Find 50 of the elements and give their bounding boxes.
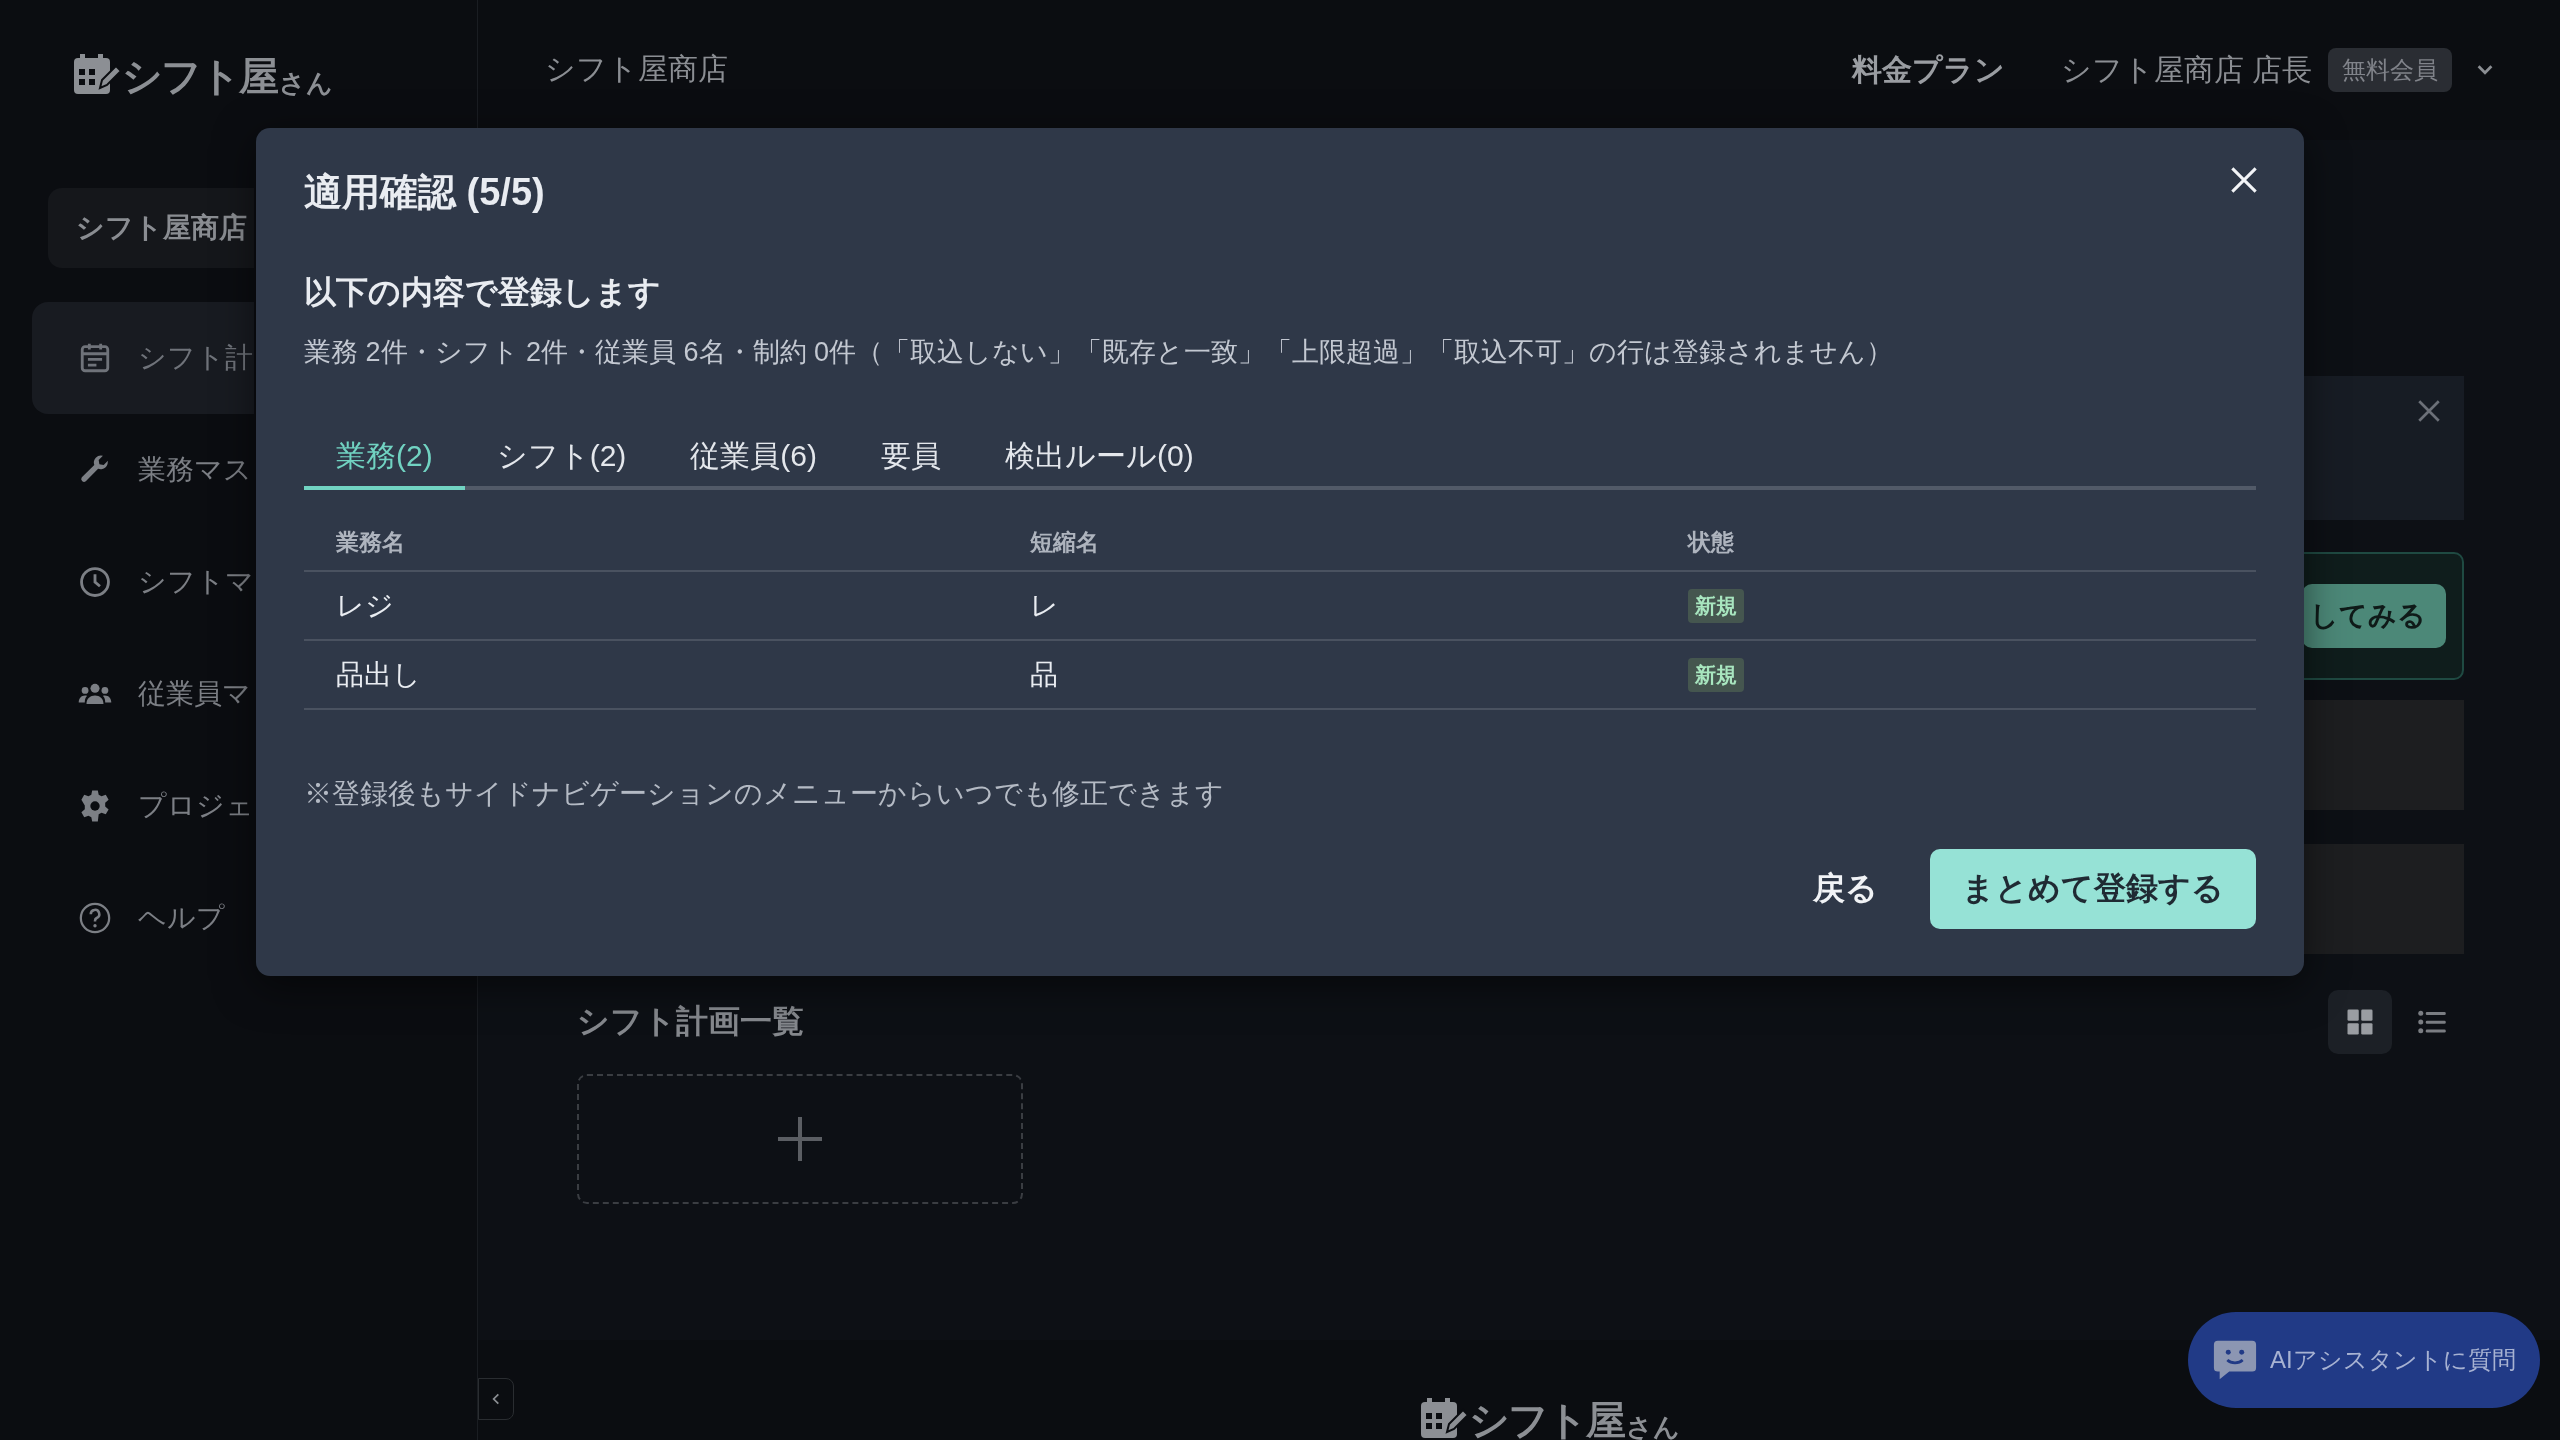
- tab[interactable]: 要員: [849, 426, 973, 490]
- sidebar-item[interactable]: 従業員マ: [32, 638, 254, 750]
- sidebar-item-label: プロジェ: [138, 789, 254, 823]
- footer-logo: シフト屋さん: [1418, 1384, 1680, 1440]
- close-icon: [2230, 166, 2258, 194]
- sidebar-item-label: ヘルプ: [138, 901, 225, 935]
- sidebar-item[interactable]: プロジェ: [32, 750, 254, 862]
- sidebar-item-label: 業務マス: [138, 453, 252, 487]
- sidebar-item-label: 従業員マ: [138, 677, 251, 711]
- table-cell: 品出し: [336, 658, 421, 690]
- table-cell: レジ: [336, 589, 394, 621]
- sidebar-item-label: シフトマ: [138, 565, 254, 599]
- status-badge: 新規: [1688, 658, 1744, 692]
- submit-button[interactable]: まとめて登録する: [1930, 849, 2256, 929]
- section-title: シフト計画一覧: [577, 1002, 805, 1041]
- tab[interactable]: 従業員(6): [658, 426, 849, 490]
- pricing-link[interactable]: 料金プラン: [1851, 49, 2005, 91]
- shop-button[interactable]: シフト屋商店: [48, 188, 254, 268]
- column-header: 業務名: [336, 528, 405, 555]
- table-cell: レ: [1030, 589, 1059, 621]
- grid-icon: [2345, 1007, 2375, 1037]
- summary-text: 業務 2件・シフト 2件・従業員 6名・制約 0件（「取込しない」「既存と一致」「上限超過」「取込不可」の行は登録されません）: [304, 336, 1895, 369]
- sidebar-item[interactable]: シフト計: [32, 302, 254, 414]
- grid-view-button[interactable]: [2328, 990, 2392, 1054]
- sidebar-item-label: シフト計: [138, 341, 253, 375]
- table-cell: 品: [1030, 658, 1058, 690]
- sidebar-item[interactable]: ヘルプ: [32, 862, 254, 974]
- clock-icon: [78, 565, 112, 599]
- status-badge: 新規: [1688, 589, 1744, 623]
- tab[interactable]: 検出ルール(0): [973, 426, 1226, 490]
- sidebar-item[interactable]: 業務マス: [32, 414, 254, 526]
- breadcrumb: シフト屋商店: [545, 50, 729, 87]
- trial-button[interactable]: してみる: [2302, 584, 2446, 648]
- column-header: 短縮名: [1030, 528, 1099, 555]
- user-name: シフト屋商店 店長: [2060, 51, 2312, 88]
- dialog-heading: 以下の内容で登録します: [304, 273, 662, 312]
- close-icon[interactable]: [2416, 398, 2442, 424]
- ai-assistant-button[interactable]: AIアシスタントに質問: [2188, 1312, 2540, 1408]
- help-icon: [78, 901, 112, 935]
- tab[interactable]: シフト(2): [464, 426, 659, 490]
- dialog-title: 適用確認 (5/5): [304, 170, 545, 215]
- calendar-icon: [78, 341, 112, 375]
- plus-icon: [776, 1115, 824, 1163]
- app-logo: シフト屋さん: [72, 52, 477, 96]
- sidebar-item[interactable]: シフトマ: [32, 526, 254, 638]
- tab[interactable]: 業務(2): [304, 426, 465, 490]
- back-button[interactable]: 戻る: [1793, 849, 1898, 929]
- note-text: ※登録後もサイドナビゲーションのメニューからいつでも修正できます: [304, 777, 1225, 811]
- membership-badge: 無料会員: [2328, 48, 2452, 92]
- column-header: 状態: [1688, 528, 1734, 555]
